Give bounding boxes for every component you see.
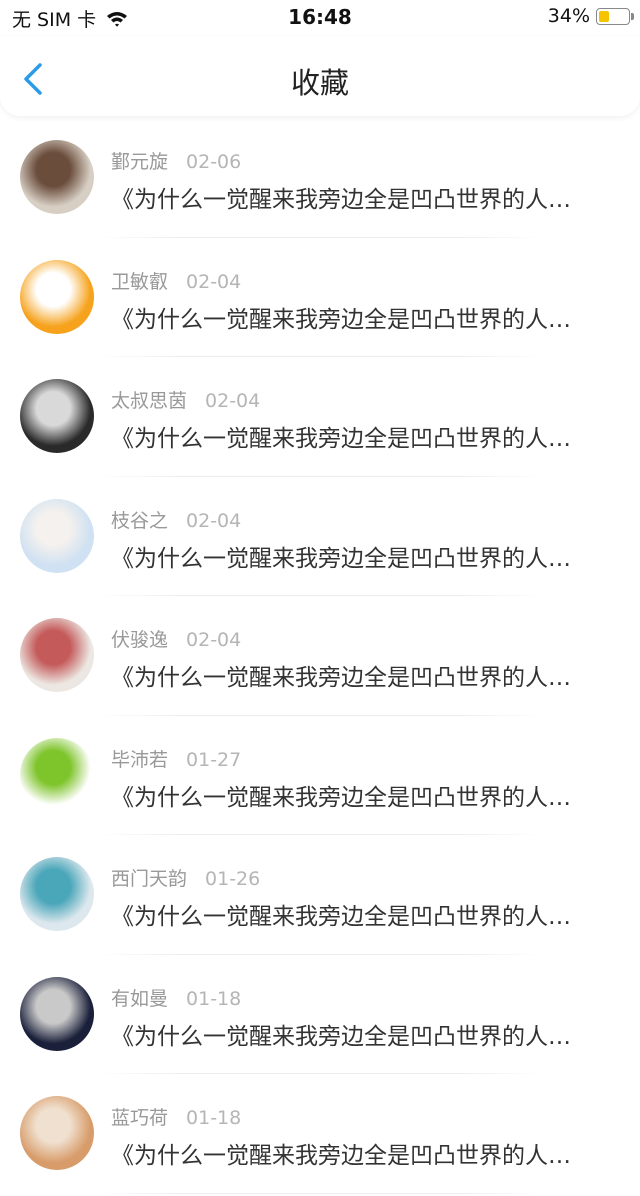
divider <box>96 1192 544 1194</box>
item-meta: 有如曼 01-18 <box>111 984 241 1011</box>
item-title[interactable]: 《为什么一觉醒来我旁边全是凹凸世界的人… <box>111 539 606 573</box>
battery-level <box>599 10 609 22</box>
divider <box>96 236 544 238</box>
avatar[interactable] <box>20 976 94 1051</box>
divider <box>96 834 544 835</box>
item-date: 01-18 <box>186 987 242 1010</box>
item-title[interactable]: 《为什么一觉醒来我旁边全是凹凸世界的人… <box>111 1017 606 1051</box>
author-name: 西门天韵 <box>111 868 188 890</box>
favorites-list: 鄞元旋 02-06 《为什么一觉醒来我旁边全是凹凸世界的人… 卫敏叡 02-04 《为什么… <box>0 120 640 1196</box>
divider <box>96 714 544 716</box>
list-item[interactable]: 西门天韵 01-26 《为什么一觉醒来我旁边全是凹凸世界的人… <box>0 837 640 957</box>
item-meta: 西门天韵 01-26 <box>111 864 260 891</box>
status-bar: 无 SIM 卡 16:48 34% <box>0 0 640 36</box>
item-date: 01-26 <box>205 868 261 890</box>
list-item[interactable]: 蓝巧荷 01-18 《为什么一觉醒来我旁边全是凹凸世界的人… <box>0 1076 640 1196</box>
author-name: 卫敏叡 <box>111 270 169 293</box>
item-date: 02-04 <box>186 509 242 532</box>
author-name: 枝谷之 <box>111 509 169 532</box>
author-name: 有如曼 <box>111 987 169 1010</box>
item-meta: 太叔思茵 02-04 <box>111 386 260 413</box>
battery-icon <box>596 7 634 25</box>
avatar[interactable] <box>20 737 94 812</box>
avatar[interactable] <box>20 618 94 692</box>
item-title[interactable]: 《为什么一觉醒来我旁边全是凹凸世界的人… <box>111 180 606 214</box>
avatar[interactable] <box>20 140 94 214</box>
list-item[interactable]: 有如曼 01-18 《为什么一觉醒来我旁边全是凹凸世界的人… <box>0 957 640 1077</box>
item-meta: 枝谷之 02-04 <box>111 506 241 533</box>
item-date: 01-27 <box>186 748 242 771</box>
item-meta: 伏骏逸 02-04 <box>111 625 241 652</box>
item-title[interactable]: 《为什么一觉醒来我旁边全是凹凸世界的人… <box>111 1136 606 1170</box>
author-name: 蓝巧荷 <box>111 1107 169 1129</box>
list-item[interactable]: 枝谷之 02-04 《为什么一觉醒来我旁边全是凹凸世界的人… <box>0 479 640 599</box>
author-name: 毕沛若 <box>111 748 169 771</box>
navigation-bar: 收藏 <box>0 36 640 116</box>
divider <box>96 595 544 596</box>
avatar[interactable] <box>20 1096 94 1170</box>
avatar[interactable] <box>20 259 94 334</box>
item-meta: 卫敏叡 02-04 <box>111 267 241 294</box>
author-name: 太叔思茵 <box>111 390 188 412</box>
divider <box>96 953 544 955</box>
list-item[interactable]: 伏骏逸 02-04 《为什么一觉醒来我旁边全是凹凸世界的人… <box>0 598 640 718</box>
item-date: 02-04 <box>205 390 261 412</box>
battery-percent: 34% <box>547 5 590 27</box>
battery-group: 34% <box>547 5 634 27</box>
item-date: 02-04 <box>186 629 242 651</box>
item-title[interactable]: 《为什么一觉醒来我旁边全是凹凸世界的人… <box>111 419 606 453</box>
list-item[interactable]: 卫敏叡 02-04 《为什么一觉醒来我旁边全是凹凸世界的人… <box>0 240 640 360</box>
item-title[interactable]: 《为什么一觉醒来我旁边全是凹凸世界的人… <box>111 658 606 692</box>
divider <box>96 1073 544 1074</box>
item-date: 02-04 <box>186 270 242 293</box>
item-title[interactable]: 《为什么一觉醒来我旁边全是凹凸世界的人… <box>111 897 606 931</box>
item-meta: 毕沛若 01-27 <box>111 745 241 772</box>
item-title[interactable]: 《为什么一觉醒来我旁边全是凹凸世界的人… <box>111 300 606 334</box>
avatar[interactable] <box>20 857 94 931</box>
list-item[interactable]: 太叔思茵 02-04 《为什么一觉醒来我旁边全是凹凸世界的人… <box>0 359 640 479</box>
author-name: 伏骏逸 <box>111 629 169 651</box>
item-date: 02-06 <box>186 151 242 173</box>
avatar[interactable] <box>20 379 94 453</box>
list-item[interactable]: 毕沛若 01-27 《为什么一觉醒来我旁边全是凹凸世界的人… <box>0 718 640 838</box>
divider <box>96 475 544 477</box>
list-item[interactable]: 鄞元旋 02-06 《为什么一觉醒来我旁边全是凹凸世界的人… <box>0 120 640 240</box>
avatar[interactable] <box>20 498 94 573</box>
author-name: 鄞元旋 <box>111 151 169 173</box>
page-title: 收藏 <box>290 66 349 100</box>
divider <box>96 356 544 357</box>
item-meta: 鄞元旋 02-06 <box>111 147 241 174</box>
item-date: 01-18 <box>186 1107 242 1129</box>
item-title[interactable]: 《为什么一觉醒来我旁边全是凹凸世界的人… <box>111 778 606 812</box>
item-meta: 蓝巧荷 01-18 <box>111 1103 241 1130</box>
clock: 16:48 <box>288 5 352 29</box>
